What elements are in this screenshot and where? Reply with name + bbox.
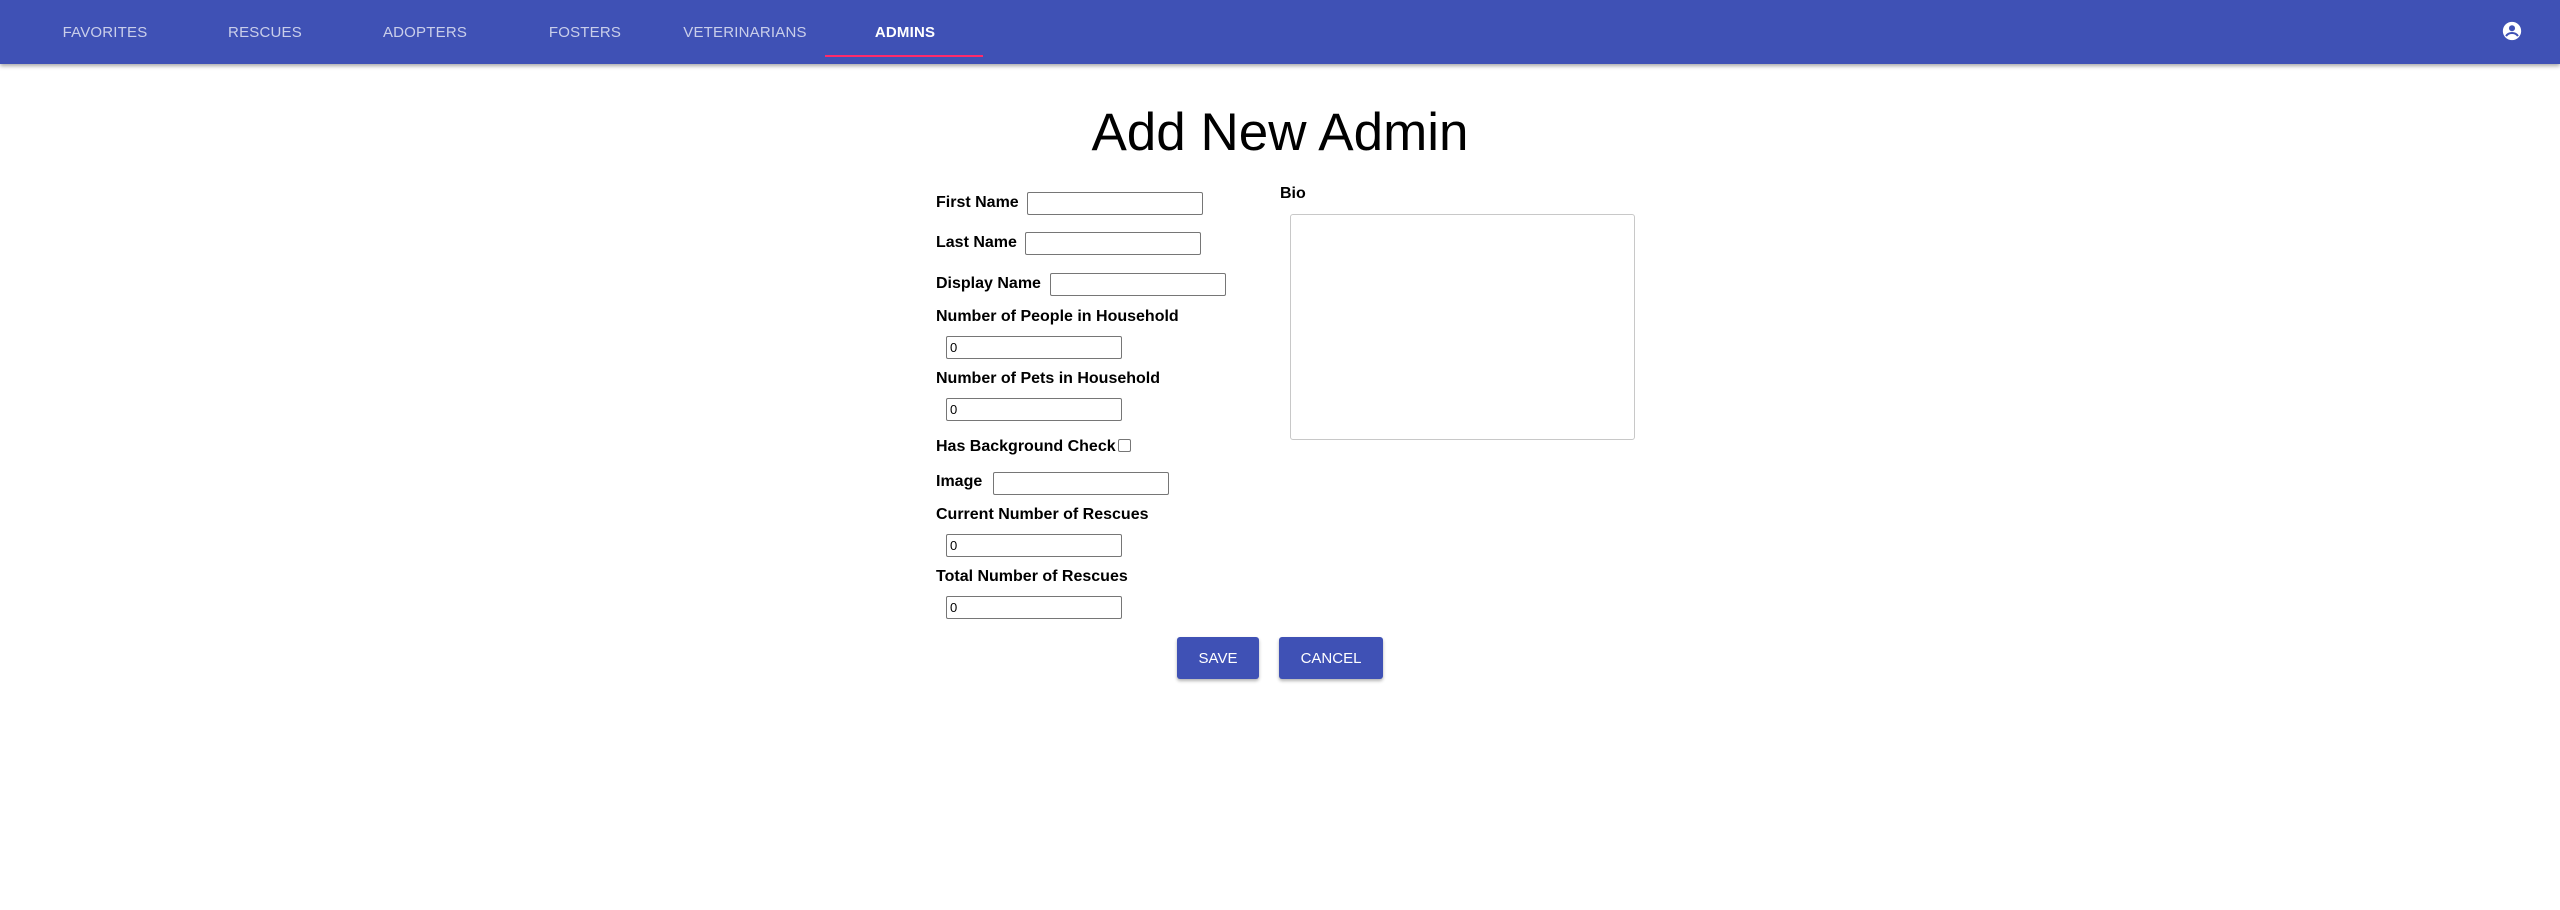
top-nav-bar: FAVORITES RESCUES ADOPTERS FOSTERS VETER… bbox=[0, 0, 2560, 64]
total-rescues-input[interactable] bbox=[946, 596, 1122, 619]
image-label: Image bbox=[936, 473, 983, 490]
page-title: Add New Admin bbox=[1091, 103, 1469, 162]
save-button[interactable]: SAVE bbox=[1177, 637, 1259, 679]
cancel-button[interactable]: CANCEL bbox=[1279, 637, 1383, 679]
last-name-input[interactable] bbox=[1025, 232, 1201, 255]
bio-label: Bio bbox=[1280, 185, 1306, 202]
display-name-input[interactable] bbox=[1050, 273, 1226, 296]
first-name-label: First Name bbox=[936, 194, 1019, 211]
background-check-label: Has Background Check bbox=[936, 438, 1116, 455]
people-in-household-label: Number of People in Household bbox=[936, 308, 1179, 325]
tab-adopters[interactable]: ADOPTERS bbox=[345, 0, 505, 64]
display-name-label: Display Name bbox=[936, 275, 1041, 292]
people-in-household-input[interactable] bbox=[946, 336, 1122, 359]
total-rescues-label: Total Number of Rescues bbox=[936, 568, 1128, 585]
tab-veterinarians[interactable]: VETERINARIANS bbox=[665, 0, 825, 64]
first-name-input[interactable] bbox=[1027, 192, 1203, 215]
pets-in-household-input[interactable] bbox=[946, 398, 1122, 421]
current-rescues-label: Current Number of Rescues bbox=[936, 506, 1149, 523]
background-check-checkbox[interactable] bbox=[1118, 439, 1131, 452]
last-name-label: Last Name bbox=[936, 234, 1017, 251]
pets-in-household-label: Number of Pets in Household bbox=[936, 370, 1161, 387]
tab-rescues[interactable]: RESCUES bbox=[185, 0, 345, 64]
active-tab-indicator bbox=[825, 55, 983, 57]
tab-favorites[interactable]: FAVORITES bbox=[25, 0, 185, 64]
tab-fosters[interactable]: FOSTERS bbox=[505, 0, 665, 64]
current-rescues-input[interactable] bbox=[946, 534, 1122, 557]
image-input[interactable] bbox=[993, 472, 1169, 495]
account-circle-icon[interactable] bbox=[2501, 20, 2523, 42]
bio-textarea[interactable] bbox=[1290, 214, 1635, 440]
